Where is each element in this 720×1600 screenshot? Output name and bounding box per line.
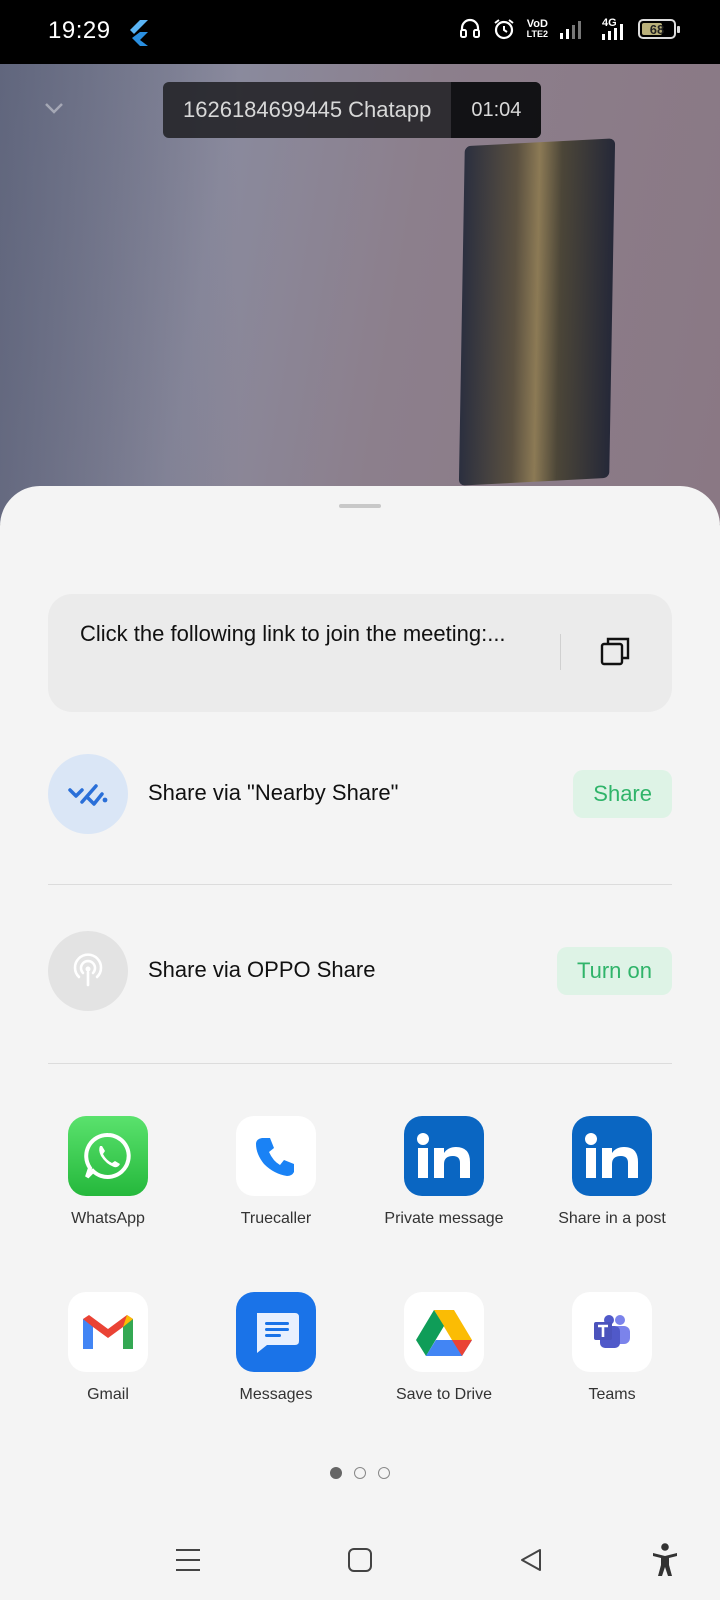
app-linkedin-private-message[interactable]: Private message bbox=[360, 1116, 528, 1228]
app-label: Private message bbox=[384, 1210, 504, 1227]
gmail-icon bbox=[68, 1292, 148, 1372]
oppo-share-icon bbox=[48, 931, 128, 1011]
accessibility-button[interactable] bbox=[645, 1540, 685, 1580]
whatsapp-icon bbox=[68, 1116, 148, 1196]
network-top-text: VoD bbox=[526, 18, 548, 30]
app-label: WhatsApp bbox=[71, 1210, 145, 1227]
status-bar: 19:29 VoD LTE2 4G 68 bbox=[0, 0, 720, 64]
link-divider bbox=[560, 634, 561, 670]
app-teams[interactable]: Teams bbox=[528, 1292, 696, 1404]
nearby-share-icon bbox=[48, 754, 128, 834]
app-google-drive[interactable]: Save to Drive bbox=[360, 1292, 528, 1404]
messages-icon bbox=[236, 1292, 316, 1372]
battery-icon: 68 bbox=[638, 19, 680, 39]
page-dot bbox=[378, 1467, 390, 1479]
app-truecaller[interactable]: Truecaller bbox=[192, 1116, 360, 1228]
call-title: 1626184699445 Chatapp bbox=[183, 97, 432, 122]
call-timer: 01:04 bbox=[451, 82, 542, 138]
chevron-down-icon[interactable] bbox=[40, 94, 68, 122]
link-text: Click the following link to join the mee… bbox=[80, 621, 506, 646]
drive-icon bbox=[404, 1292, 484, 1372]
divider bbox=[48, 1063, 672, 1064]
menu-icon bbox=[176, 1549, 200, 1571]
home-square-icon bbox=[348, 1548, 372, 1572]
copy-icon[interactable] bbox=[598, 634, 634, 670]
call-info-pill: 1626184699445 Chatapp 01:04 bbox=[163, 82, 542, 138]
status-icons: VoD LTE2 4G 68 bbox=[459, 18, 680, 40]
navigation-bar bbox=[0, 1540, 720, 1600]
signal-icon bbox=[560, 21, 581, 39]
app-gmail[interactable]: Gmail bbox=[24, 1292, 192, 1404]
nearby-share-button[interactable]: Share bbox=[573, 770, 672, 818]
app-label: Share in a post bbox=[558, 1210, 666, 1227]
oppo-share-turn-on-button[interactable]: Turn on bbox=[556, 947, 672, 995]
battery-level: 68 bbox=[649, 21, 665, 37]
signal-strength-icon bbox=[602, 24, 623, 40]
back-triangle-icon bbox=[521, 1549, 541, 1571]
status-time: 19:29 bbox=[48, 17, 111, 44]
app-label: Teams bbox=[588, 1386, 636, 1403]
signal-4g: 4G bbox=[598, 18, 626, 40]
share-sheet: Click the following link to join the mee… bbox=[0, 486, 720, 1600]
flutter-icon bbox=[130, 20, 148, 46]
accessibility-icon bbox=[653, 1543, 677, 1576]
app-label: Messages bbox=[239, 1386, 313, 1403]
link-preview-card: Click the following link to join the mee… bbox=[48, 594, 672, 712]
volte-indicator: VoD LTE2 bbox=[526, 18, 548, 40]
app-messages[interactable]: Messages bbox=[192, 1292, 360, 1404]
network-bottom-text: LTE2 bbox=[526, 29, 548, 39]
drag-handle[interactable] bbox=[339, 504, 381, 508]
app-label: Gmail bbox=[87, 1386, 129, 1403]
home-button[interactable] bbox=[340, 1540, 380, 1580]
linkedin-icon bbox=[404, 1116, 484, 1196]
linkedin-icon bbox=[572, 1116, 652, 1196]
app-whatsapp[interactable]: WhatsApp bbox=[24, 1116, 192, 1228]
alarm-icon bbox=[494, 19, 514, 40]
headset-icon bbox=[459, 18, 480, 38]
teams-icon bbox=[572, 1292, 652, 1372]
app-label: Truecaller bbox=[240, 1210, 312, 1227]
truecaller-icon bbox=[236, 1116, 316, 1196]
video-call-view[interactable]: 1626184699445 Chatapp 01:04 bbox=[0, 64, 720, 524]
page-indicator bbox=[0, 1467, 720, 1479]
app-label: Save to Drive bbox=[395, 1386, 493, 1403]
page-dot bbox=[330, 1467, 342, 1479]
page-dot bbox=[354, 1467, 366, 1479]
recent-apps-button[interactable] bbox=[168, 1540, 208, 1580]
app-linkedin-share-post[interactable]: Share in a post bbox=[528, 1116, 696, 1228]
nearby-share-row[interactable]: Share via "Nearby Share" Share bbox=[48, 754, 672, 834]
divider bbox=[48, 884, 672, 885]
video-poster bbox=[458, 138, 616, 486]
back-button[interactable] bbox=[511, 1540, 551, 1580]
oppo-share-label: Share via OPPO Share bbox=[148, 957, 376, 982]
nearby-share-label: Share via "Nearby Share" bbox=[148, 780, 399, 805]
oppo-share-row[interactable]: Share via OPPO Share Turn on bbox=[48, 931, 672, 1011]
